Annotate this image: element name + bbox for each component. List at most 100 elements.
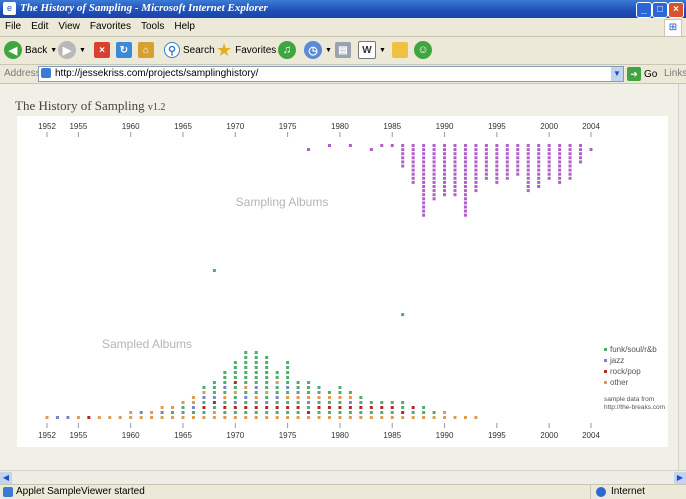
menu-favorites[interactable]: Favorites [85, 18, 136, 32]
sampling-album-point [411, 164, 415, 168]
sampled-album-point [401, 411, 405, 414]
sampled-album-point [286, 371, 290, 374]
sampled-album-point [233, 361, 237, 364]
sampling-album-point [411, 168, 415, 172]
sampled-album-point [244, 386, 248, 389]
sampling-album-point [505, 168, 509, 172]
sampled-album-point [317, 386, 321, 389]
search-icon: ⚲ [164, 42, 180, 58]
forward-dropdown-icon[interactable]: ▼ [79, 47, 86, 54]
close-button[interactable]: × [668, 2, 684, 18]
back-icon: ◀ [4, 41, 22, 59]
back-button[interactable]: ◀ Back ▼ [4, 40, 57, 60]
sampled-album-point [233, 406, 237, 409]
vertical-scrollbar[interactable] [678, 84, 686, 470]
sampling-album-point [547, 168, 551, 172]
sampled-album-point [348, 396, 352, 399]
history-dropdown-icon[interactable]: ▼ [325, 47, 332, 54]
menu-help[interactable]: Help [169, 18, 200, 32]
messenger-icon: ☺ [414, 41, 432, 59]
sampled-album-point [401, 401, 405, 404]
print-button[interactable]: ▤ [335, 40, 351, 60]
menu-view[interactable]: View [53, 18, 85, 32]
sampled-album-point [296, 411, 300, 414]
sampling-album-point [401, 164, 405, 168]
sampling-album-point [537, 176, 541, 180]
stop-button[interactable]: × [94, 40, 110, 60]
home-button[interactable]: ⌂ [138, 40, 154, 60]
sampled-album-point [202, 396, 206, 399]
forward-button[interactable]: ▶ ▼ [58, 40, 86, 60]
sampled-album-point [265, 386, 269, 389]
sampled-album-point [286, 416, 290, 419]
address-input[interactable]: http://jessekriss.com/projects/samplingh… [38, 66, 624, 82]
sampled-album-point [233, 386, 237, 389]
favorites-button[interactable]: ★ Favorites [216, 40, 276, 60]
sampling-album-point [411, 148, 415, 152]
go-button[interactable]: ➜ Go [627, 67, 657, 81]
sampled-album-point [233, 371, 237, 374]
sampled-album-point [171, 411, 175, 414]
sampled-album-point [327, 401, 331, 404]
scroll-right-arrow-icon[interactable]: ▶ [674, 472, 686, 484]
bottom-axis: 1952 1955 1960 1965 1970 1975 1980 1985 1990 1995… [38, 423, 600, 440]
history-button[interactable]: ◷ ▼ [304, 40, 332, 60]
sampled-album-point [453, 416, 457, 419]
sampling-album-point [463, 197, 467, 201]
sampling-album-point [422, 209, 426, 213]
sampled-album-point [254, 381, 258, 384]
sampling-album-point [526, 176, 530, 180]
sampling-album-point [443, 156, 447, 160]
sampled-album-point [307, 381, 311, 384]
sampled-album-point [369, 401, 373, 404]
folder-button[interactable] [392, 40, 408, 60]
legend-note: sample data from [604, 396, 654, 403]
sampling-album-point [495, 156, 499, 160]
sampling-album-point [558, 156, 562, 160]
sampling-album-point [432, 152, 436, 156]
messenger-button[interactable]: ☺ [414, 40, 432, 60]
sampling-album-point [495, 152, 499, 156]
sampling-album-point [463, 156, 467, 160]
address-dropdown-icon[interactable]: ▼ [611, 67, 623, 81]
sampled-album-point [171, 406, 175, 409]
sampled-album-point [380, 416, 384, 419]
sampled-album-point [286, 406, 290, 409]
top-tick-label: 1965 [174, 122, 192, 131]
sampling-album-point [422, 201, 426, 205]
sampling-album-point [526, 185, 530, 188]
search-button[interactable]: ⚲ Search [164, 40, 215, 60]
edit-word-button[interactable]: W ▼ [358, 40, 386, 60]
sampling-album-point [568, 160, 572, 164]
maximize-button[interactable]: □ [652, 2, 668, 18]
sampling-album-point [401, 156, 405, 160]
scroll-left-arrow-icon[interactable]: ◀ [0, 472, 12, 484]
sampling-album-point [516, 160, 520, 164]
sampled-album-point [212, 406, 216, 409]
sampled-album-point [296, 406, 300, 409]
sampled-album-point [150, 411, 154, 414]
menu-edit[interactable]: Edit [26, 18, 53, 32]
horizontal-scrollbar[interactable]: ◀ ▶ [0, 470, 686, 485]
sampled-album-point [265, 411, 269, 414]
media-button[interactable]: ♫ [278, 40, 296, 60]
sampling-album-point [484, 144, 488, 147]
sampling-album-point [463, 152, 467, 156]
sampled-album-point [422, 416, 426, 419]
minimize-button[interactable]: _ [636, 2, 652, 18]
back-dropdown-icon[interactable]: ▼ [50, 47, 57, 54]
edit-dropdown-icon[interactable]: ▼ [379, 47, 386, 54]
print-icon: ▤ [335, 42, 351, 58]
chart-panel[interactable]: 1952 1955 1960 1965 1970 1975 1980 1985 1990 1995… [17, 116, 668, 447]
refresh-button[interactable]: ↻ [116, 40, 132, 60]
menu-file[interactable]: File [0, 18, 26, 32]
links-label[interactable]: Links [664, 68, 686, 79]
sampling-album-point [526, 160, 530, 164]
menu-tools[interactable]: Tools [136, 18, 169, 32]
sampled-album-point [265, 391, 269, 394]
sampled-album-point [87, 416, 91, 419]
sampling-album-point [579, 156, 583, 160]
sampling-album-point [443, 185, 447, 188]
sampling-history-chart[interactable]: 1952 1955 1960 1965 1970 1975 1980 1985 1990 1995… [17, 116, 668, 447]
sampled-album-point [212, 269, 216, 272]
